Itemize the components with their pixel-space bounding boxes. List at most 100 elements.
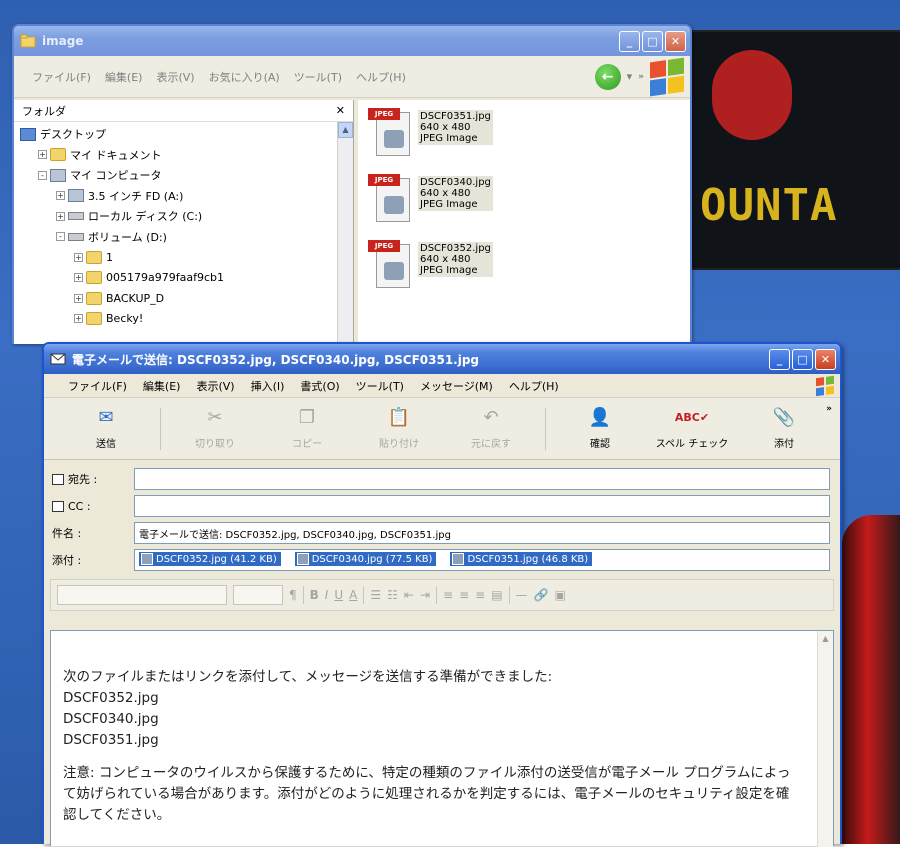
collapse-icon[interactable]: - [56, 232, 65, 242]
font-size-select[interactable] [233, 585, 283, 605]
close-button[interactable]: ✕ [815, 348, 836, 370]
underline-icon[interactable]: U [334, 588, 343, 602]
paste-button[interactable]: 📋 貼り付け [353, 407, 445, 450]
file-item[interactable]: JPEG DSCF0340.jpg 640 x 480 JPEG Image [368, 174, 493, 224]
explorer-window[interactable]: image _ □ ✕ ファイル(F) 編集(E) 表示(V) お気に入り(A) ツール… [12, 24, 692, 344]
menu-item[interactable]: 書式(O) [300, 378, 339, 394]
tree-scrollbar[interactable]: ▲ [337, 122, 353, 344]
to-label: 宛先 : [68, 473, 98, 486]
send-button[interactable]: ✉ 送信 [60, 407, 152, 450]
email-compose-window[interactable]: 電子メールで送信: DSCF0352.jpg, DSCF0340.jpg, DS… [42, 342, 842, 847]
italic-icon[interactable]: I [325, 588, 329, 602]
attachment-chip[interactable]: DSCF0351.jpg (46.8 KB) [450, 552, 593, 566]
font-name-select[interactable] [57, 585, 227, 605]
tree-item[interactable]: デスクトップ [20, 124, 353, 145]
align-center-icon[interactable]: ≡ [459, 588, 469, 602]
justify-icon[interactable]: ▤ [491, 588, 502, 602]
message-body[interactable]: 次のファイルまたはリンクを添付して、メッセージを送信する準備ができました: DS… [50, 630, 834, 847]
insert-link-icon[interactable]: 🔗 [534, 588, 549, 602]
attachments-field[interactable]: DSCF0352.jpg (41.2 KB) DSCF0340.jpg (77.5… [134, 549, 830, 571]
decrease-indent-icon[interactable]: ⇤ [404, 588, 414, 602]
cut-button[interactable]: ✂ 切り取り [169, 407, 261, 450]
back-button[interactable]: ← [594, 63, 621, 90]
toolbar-overflow-icon[interactable]: » [826, 404, 832, 414]
horizontal-line-icon[interactable]: — [516, 588, 528, 602]
minimize-icon: _ [626, 34, 633, 48]
expand-icon[interactable]: + [74, 273, 83, 283]
compose-toolbar: ✉ 送信 ✂ 切り取り ❐ コピー 📋 貼り付け ↶ 元に戻す 👤 確認 ABC✔ スペル チェック 📎 添付 [44, 398, 840, 460]
menu-item[interactable]: 表示(V) [196, 378, 234, 394]
expand-icon[interactable]: + [56, 191, 65, 201]
expand-icon[interactable]: + [38, 150, 47, 160]
increase-indent-icon[interactable]: ⇥ [420, 588, 430, 602]
close-pane-icon[interactable]: ✕ [336, 104, 345, 117]
attachment-chip[interactable]: DSCF0352.jpg (41.2 KB) [139, 552, 281, 566]
subject-field[interactable]: 電子メールで送信: DSCF0352.jpg, DSCF0340.jpg, DS… [134, 522, 830, 544]
bold-icon[interactable]: B [310, 588, 319, 602]
paperclip-button[interactable]: 📎 添付 [738, 407, 830, 450]
attachment-chip[interactable]: DSCF0340.jpg (77.5 KB) [294, 552, 437, 566]
tree-item[interactable]: + ローカル ディスク (C:) [20, 206, 353, 227]
address-book-icon[interactable] [52, 500, 64, 512]
check-names-button[interactable]: 👤 確認 [554, 407, 646, 450]
tree-item[interactable]: +3.5 インチ FD (A:) [20, 186, 353, 207]
expand-icon[interactable]: + [74, 314, 83, 324]
minimize-button[interactable]: _ [619, 30, 640, 52]
copy-button[interactable]: ❐ コピー [261, 407, 353, 450]
align-right-icon[interactable]: ≡ [475, 588, 485, 602]
menu-item[interactable]: ツール(T) [356, 378, 404, 394]
tree-item[interactable]: - ボリューム (D:) [20, 227, 353, 248]
menu-item[interactable]: 編集(E) [143, 378, 181, 394]
nav-controls: ← ▾ » [594, 57, 690, 96]
undo-icon: ↶ [483, 407, 499, 428]
scroll-up-icon[interactable]: ▲ [818, 631, 833, 647]
align-left-icon[interactable]: ≡ [443, 588, 453, 602]
paragraph-style-icon[interactable]: ¶ [289, 588, 297, 602]
scroll-up-icon[interactable]: ▲ [338, 122, 353, 138]
menu-item[interactable]: ファイル(F) [32, 69, 91, 85]
tree-item[interactable]: + BACKUP_D [20, 288, 353, 309]
paperclip-icon: 📎 [772, 407, 796, 428]
menu-item[interactable]: お気に入り(A) [209, 69, 280, 85]
menu-item[interactable]: ヘルプ(H) [356, 69, 406, 85]
toolbar-button-label: 切り取り [195, 439, 235, 450]
menu-item[interactable]: 編集(E) [105, 69, 143, 85]
tree-item[interactable]: - マイ コンピュータ [20, 165, 353, 186]
file-item[interactable]: JPEG DSCF0351.jpg 640 x 480 JPEG Image [368, 108, 493, 158]
expand-icon[interactable]: + [74, 252, 83, 262]
tree-item[interactable]: + マイ ドキュメント [20, 145, 353, 166]
file-item[interactable]: JPEG DSCF0352.jpg 640 x 480 JPEG Image [368, 240, 493, 290]
tree-item[interactable]: +005179a979faaf9cb1 [20, 268, 353, 289]
tree-item[interactable]: +1 [20, 247, 353, 268]
toolbar-overflow-icon[interactable]: » [638, 72, 644, 82]
insert-picture-icon[interactable]: ▣ [555, 588, 566, 602]
menu-item[interactable]: ヘルプ(H) [509, 378, 559, 394]
explorer-title-bar[interactable]: image _ □ ✕ [14, 26, 690, 56]
numbered-list-icon[interactable]: ☰ [370, 588, 381, 602]
cc-field[interactable] [134, 495, 830, 517]
dropdown-arrow-icon[interactable]: ▾ [627, 70, 633, 83]
menu-item[interactable]: 挿入(I) [251, 378, 285, 394]
expand-icon[interactable]: + [74, 293, 83, 303]
file-name: DSCF0340.jpg [420, 177, 491, 188]
bullet-list-icon[interactable]: ☷ [387, 588, 398, 602]
body-scrollbar[interactable]: ▲ [817, 631, 833, 847]
menu-item[interactable]: 表示(V) [156, 69, 194, 85]
menu-item[interactable]: ファイル(F) [68, 378, 127, 394]
file-name: DSCF0352.jpg [420, 243, 491, 254]
menu-item[interactable]: メッセージ(M) [420, 378, 493, 394]
maximize-button[interactable]: □ [792, 348, 813, 370]
compose-title-bar[interactable]: 電子メールで送信: DSCF0352.jpg, DSCF0340.jpg, DS… [44, 344, 840, 374]
menu-item[interactable]: ツール(T) [294, 69, 342, 85]
font-color-icon[interactable]: A [349, 588, 357, 602]
maximize-button[interactable]: □ [642, 30, 663, 52]
to-field[interactable] [134, 468, 830, 490]
close-button[interactable]: ✕ [665, 30, 686, 52]
tree-item[interactable]: + Becky! [20, 309, 353, 330]
collapse-icon[interactable]: - [38, 170, 47, 180]
undo-button[interactable]: ↶ 元に戻す [445, 407, 537, 450]
minimize-button[interactable]: _ [769, 348, 790, 370]
spellcheck-button[interactable]: ABC✔ スペル チェック [646, 407, 738, 450]
address-book-icon[interactable] [52, 473, 64, 485]
expand-icon[interactable]: + [56, 211, 65, 221]
